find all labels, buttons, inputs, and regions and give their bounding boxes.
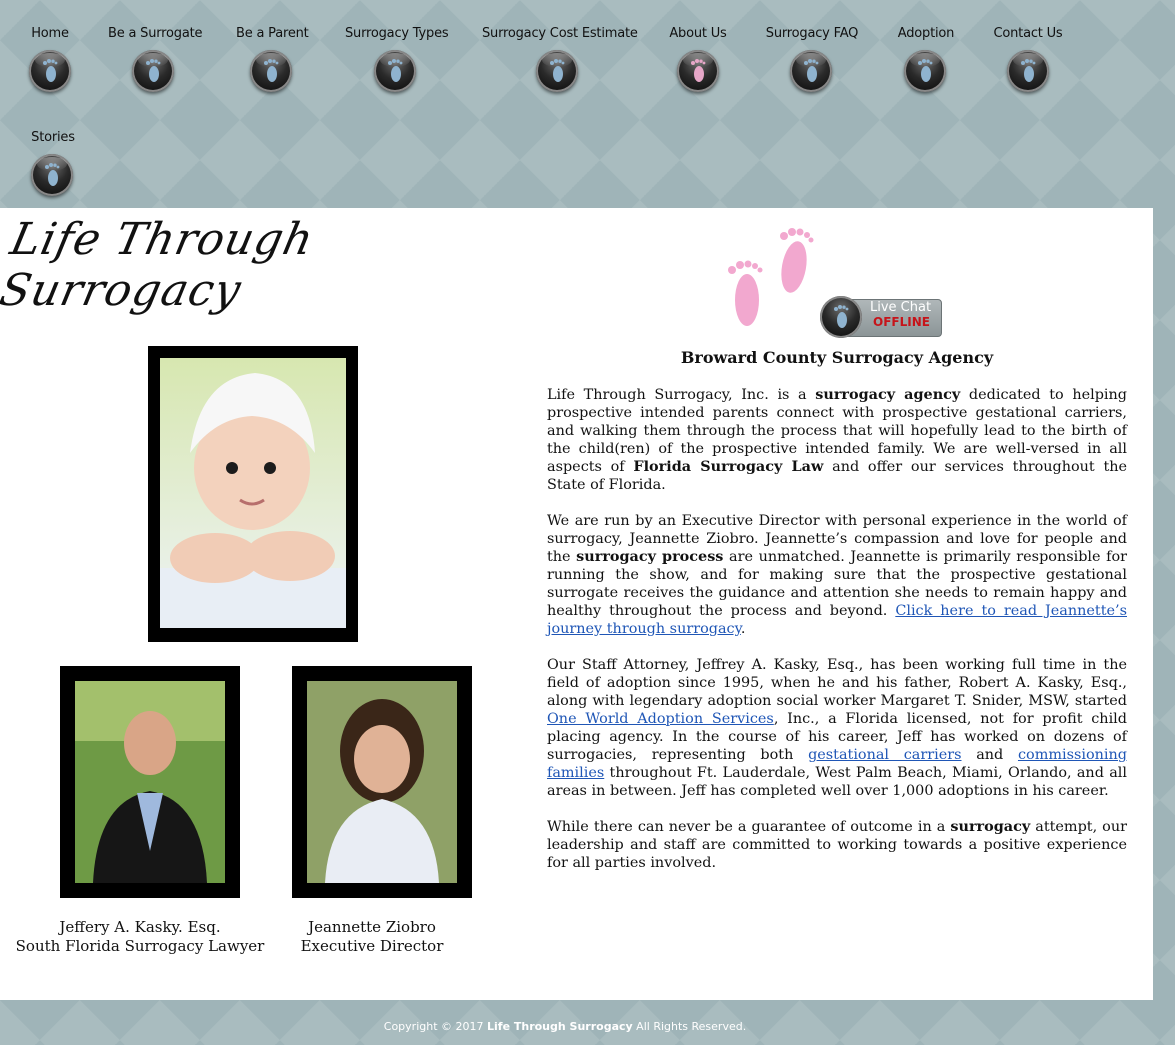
page-title: Broward County Surrogacy Agency (680, 348, 994, 367)
nav-item-be-a-surrogate[interactable]: Be a Surrogate (108, 26, 203, 41)
nav-label: Be a Surrogate (108, 26, 203, 41)
footprint-chat-icon (820, 296, 862, 338)
logo-text: Life Through Surrogacy (0, 214, 319, 316)
paragraph-3: Our Staff Attorney, Jeffrey A. Kasky, Es… (547, 656, 1127, 800)
nav-item-surrogacy-cost-estimate[interactable]: Surrogacy Cost Estimate (482, 26, 638, 41)
nav-item-be-a-parent[interactable]: Be a Parent (236, 26, 309, 41)
text: While there can never be a guarantee of … (547, 819, 951, 835)
nav-label: Be a Parent (236, 26, 309, 41)
footer-brand: Life Through Surrogacy (487, 1020, 633, 1033)
nav-label: Surrogacy Types (345, 26, 449, 41)
text: . (740, 621, 746, 637)
baby-photo (160, 358, 346, 628)
staff-title: South Florida Surrogacy Lawyer (15, 937, 265, 955)
footprint-button-icon[interactable] (1007, 50, 1049, 92)
nav-label: Home (31, 26, 69, 41)
text: throughout Ft. Lauderdale, West Palm Bea… (547, 765, 1127, 799)
main-navigation: Home Be a Surrogate Be a Parent Surrogac… (0, 0, 1175, 208)
nav-item-surrogacy-types[interactable]: Surrogacy Types (345, 26, 449, 41)
footprint-button-icon[interactable] (250, 50, 292, 92)
nav-label: Surrogacy FAQ (765, 26, 859, 41)
footprint-button-icon[interactable] (132, 50, 174, 92)
nav-label: Stories (31, 130, 75, 145)
nav-label: About Us (669, 26, 727, 41)
nav-label: Contact Us (993, 26, 1063, 41)
text: Our Staff Attorney, Jeffrey A. Kasky, Es… (547, 657, 1127, 709)
about-content: Life Through Surrogacy, Inc. is a surrog… (547, 386, 1127, 890)
footprint-button-icon[interactable] (31, 154, 73, 196)
staff-photo-frame-jeannette (292, 666, 472, 898)
nav-item-home[interactable]: Home (28, 26, 72, 41)
bold-text: surrogacy agency (815, 386, 961, 403)
footer-prefix: Copyright © 2017 (383, 1020, 487, 1033)
nav-label: Adoption (897, 26, 955, 41)
staff-caption-jeannette: Jeannette Ziobro Executive Director (262, 918, 482, 956)
live-chat-status: OFFLINE (873, 315, 930, 329)
staff-photo-jeannette (307, 681, 457, 883)
bold-text: Florida Surrogacy Law (633, 458, 824, 475)
gestational-carriers-link[interactable]: gestational carriers (808, 747, 961, 763)
text: Life Through Surrogacy, Inc. is a (547, 387, 816, 403)
staff-name: Jeannette Ziobro (308, 918, 436, 936)
paragraph-2: We are run by an Executive Director with… (547, 512, 1127, 638)
pink-footprints-icon (728, 228, 814, 326)
live-chat-button[interactable]: Live Chat OFFLINE (820, 296, 942, 338)
staff-photo-frame-jeffery (60, 666, 240, 898)
footprint-button-icon[interactable] (29, 50, 71, 92)
baby-photo-frame (148, 346, 358, 642)
nav-item-surrogacy-faq[interactable]: Surrogacy FAQ (764, 26, 860, 41)
nav-item-adoption[interactable]: Adoption (894, 26, 958, 41)
main-content-panel: Life Through Surrogacy Jeffery A. Kasky.… (0, 208, 1153, 1000)
staff-caption-jeffery: Jeffery A. Kasky. Esq. South Florida Sur… (10, 918, 270, 956)
footprint-button-icon[interactable] (790, 50, 832, 92)
paragraph-1: Life Through Surrogacy, Inc. is a surrog… (547, 386, 1127, 494)
footprint-button-icon[interactable] (904, 50, 946, 92)
site-logo[interactable]: Life Through Surrogacy (0, 212, 511, 316)
footer-suffix: All Rights Reserved. (632, 1020, 747, 1033)
one-world-adoption-link[interactable]: One World Adoption Services (547, 711, 774, 727)
nav-item-stories[interactable]: Stories (28, 130, 78, 145)
live-chat-title: Live Chat (870, 300, 932, 315)
bold-text: surrogacy process (576, 548, 724, 565)
footer-copyright: Copyright © 2017 Life Through Surrogacy … (0, 1020, 1130, 1033)
staff-photo-jeffery (75, 681, 225, 883)
footprint-button-icon[interactable] (374, 50, 416, 92)
nav-item-about-us[interactable]: About Us (668, 26, 728, 41)
staff-title: Executive Director (300, 937, 444, 955)
paragraph-4: While there can never be a guarantee of … (547, 818, 1127, 872)
nav-label: Surrogacy Cost Estimate (482, 26, 638, 41)
text: and (961, 747, 1018, 763)
staff-name: Jeffery A. Kasky. Esq. (59, 918, 221, 936)
nav-item-contact-us[interactable]: Contact Us (992, 26, 1064, 41)
footprint-button-active-icon[interactable] (677, 50, 719, 92)
bold-text: surrogacy (950, 818, 1031, 835)
footprint-button-icon[interactable] (536, 50, 578, 92)
